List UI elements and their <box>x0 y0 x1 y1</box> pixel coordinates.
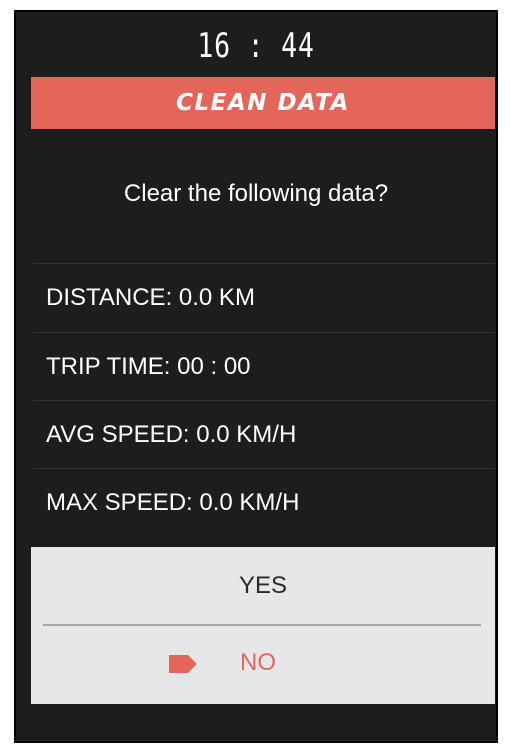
data-row-max-speed: MAX SPEED: 0.0 KM/H <box>46 489 300 516</box>
data-row-trip-time: TRIP TIME: 00 : 00 <box>46 353 251 380</box>
confirm-prompt: Clear the following data? <box>123 180 389 207</box>
no-button[interactable]: NO <box>31 627 495 699</box>
device-screen: 16 : 44 CLEAN DATA Clear the following d… <box>14 10 498 743</box>
option-divider <box>43 624 481 626</box>
data-row-distance: DISTANCE: 0.0 KM <box>46 284 255 311</box>
data-row-avg-speed: AVG SPEED: 0.0 KM/H <box>46 421 297 448</box>
no-label: NO <box>240 649 276 676</box>
page-title: CLEAN DATA <box>176 90 350 116</box>
status-clock: 16 : 44 <box>197 26 315 66</box>
pointer-tag-icon <box>169 655 197 673</box>
yes-button[interactable]: YES <box>31 547 495 625</box>
title-bar: CLEAN DATA <box>31 77 495 129</box>
confirm-options-panel: YES NO <box>31 547 495 704</box>
